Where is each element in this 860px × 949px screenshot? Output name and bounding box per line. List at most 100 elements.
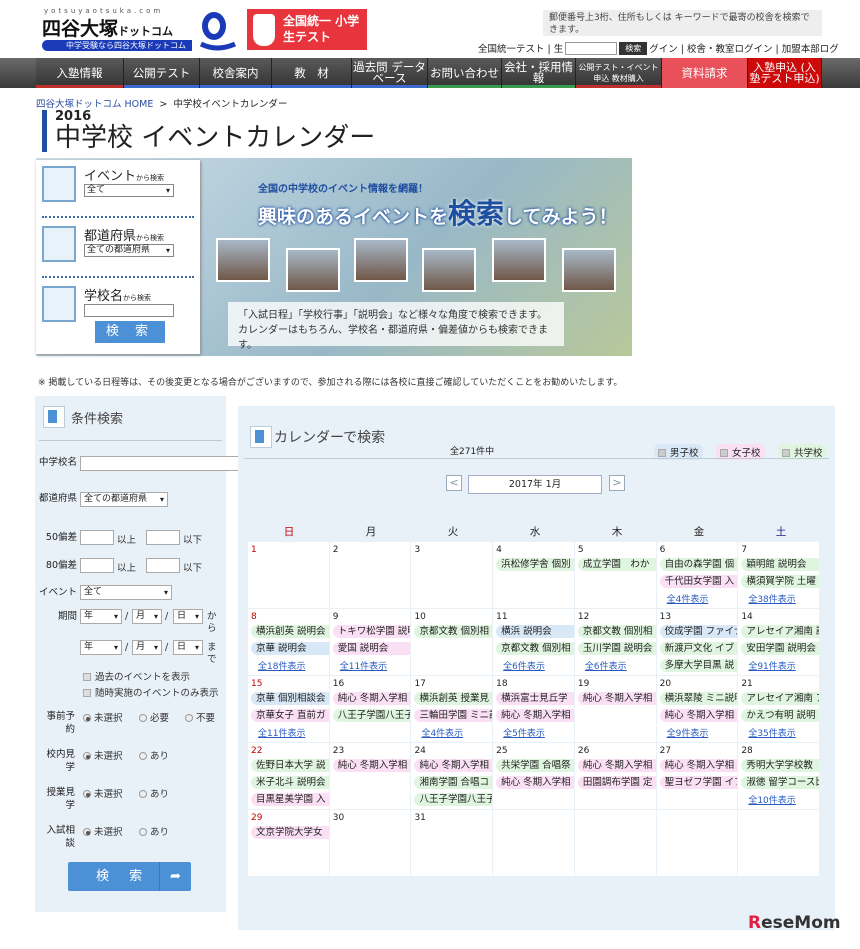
calendar-day[interactable]: 5 成立学園 わか [574,542,656,608]
show-all-link[interactable]: 全11件表示 [340,659,387,672]
event-item[interactable]: 横浜創英 説明会 [251,625,329,638]
calendar-day[interactable]: 13 佼成学園 ファイナル新渡戸文化 イブ多摩大学目黒 説 [656,609,738,675]
event-item[interactable]: トキワ松学園 説明 [332,625,411,638]
event-item[interactable]: 純心 冬期入学相 [496,776,574,789]
event-item[interactable]: 純心 冬期入学相 [659,709,738,722]
event-item[interactable]: 京華女子 直前ガ [251,709,329,722]
show-all-link[interactable]: 全4件表示 [421,726,463,739]
event-item[interactable]: 玉川学園 説明会 [577,642,656,655]
event-item[interactable]: 京都文教 個別相 [414,625,493,638]
calendar-day[interactable]: 10 京都文教 個別相 [411,609,493,675]
nav-item[interactable]: 入塾申込 (入塾テスト申込) [748,58,822,88]
event-item[interactable]: 純心 冬期入学相 [414,759,493,772]
login-links[interactable]: グイン | 校舎・教室ログイン | 加盟本部ログ [649,41,838,55]
class-visit-yes-radio[interactable]: あり [139,786,169,800]
nav-item[interactable]: 会社・採用情報 [502,58,576,88]
calendar-day[interactable] [493,810,574,876]
show-all-link[interactable]: 全18件表示 [258,659,305,672]
calendar-day[interactable]: 19 純心 冬期入学相 [574,676,656,742]
calendar-day[interactable]: 26 純心 冬期入学相 田園調布学園 定 [574,743,656,809]
event-item[interactable]: 純心 冬期入学相 [577,692,656,705]
event-item[interactable]: 浜松修学舎 個別 [496,558,574,571]
to-day-select[interactable]: 日 [173,640,203,655]
calendar-day[interactable]: 28 秀明大学学校教 淑徳 留学コース比 全10件表示 [738,743,820,809]
calendar-day[interactable]: 14 アレセイア湘南 説安田学園 説明会 全91件表示 [738,609,820,675]
site-logo[interactable]: 四谷大塚ドットコム [42,14,173,41]
visit-yes-radio[interactable]: あり [139,748,169,762]
event-item[interactable]: 聖ヨゼフ学園 イブ [659,776,738,789]
to-year-select[interactable]: 年 [80,640,122,655]
event-item[interactable]: アレセイア湘南 説 [741,625,820,638]
nav-item[interactable]: お問い合わせ [428,58,502,88]
event-item[interactable]: かえつ有明 説明 [741,709,820,722]
consult-yes-radio[interactable]: あり [139,824,169,838]
dev50-min-input[interactable] [80,530,114,545]
dev50-max-input[interactable] [146,530,180,545]
prefecture-select[interactable]: 全ての都道府県 [80,492,168,507]
reservation-not-required-radio[interactable]: 不要 [185,710,215,724]
event-item[interactable]: 成立学園 わか [577,558,656,571]
quick-search-button[interactable]: 検 索 [95,321,165,343]
event-item[interactable]: 八王子学園八王子 [332,709,411,722]
event-item[interactable]: 横浜創英 授業見 [414,692,493,705]
calendar-day[interactable]: 31 [411,810,493,876]
event-item[interactable]: 穎明館 説明会 [741,558,820,571]
event-select[interactable]: 全て [80,585,172,600]
show-all-link[interactable]: 全5件表示 [503,726,545,739]
class-visit-unselected-radio[interactable]: 未選択 [83,786,123,800]
nav-item[interactable]: 教 材 [272,58,352,88]
from-day-select[interactable]: 日 [173,609,203,624]
calendar-day[interactable] [574,810,656,876]
event-item[interactable]: 横浜富士見丘学 [496,692,574,705]
reservation-unselected-radio[interactable]: 未選択 [83,710,123,724]
show-anytime-checkbox[interactable]: 随時実施のイベントのみ表示 [83,685,219,699]
show-all-link[interactable]: 全38件表示 [748,592,795,605]
dev80-max-input[interactable] [146,558,180,573]
calendar-day[interactable]: 8 横浜創英 説明会 京華 説明会 全18件表示 [248,609,329,675]
event-item[interactable]: 共栄学園 合唱祭 [496,759,574,772]
event-item[interactable]: 純心 冬期入学相 [496,709,574,722]
prefecture-select[interactable]: 全ての都道府県 [84,244,174,257]
show-all-link[interactable]: 全91件表示 [748,659,795,672]
location-search-input[interactable] [565,41,618,55]
link-national-test[interactable]: 全国統一テスト | 生 [478,41,563,55]
calendar-day[interactable]: 11 横浜 説明会 京都文教 個別相 全6件表示 [493,609,574,675]
calendar-day[interactable]: 12 京都文教 個別相 玉川学園 説明会 全6件表示 [574,609,656,675]
calendar-day[interactable] [656,810,738,876]
calendar-day[interactable]: 9 トキワ松学園 説明 愛国 説明会 全11件表示 [329,609,411,675]
event-item[interactable]: 湘南学園 合唱コ [414,776,493,789]
calendar-day[interactable]: 27 純心 冬期入学相 聖ヨゼフ学園 イブ [656,743,738,809]
calendar-day[interactable]: 25 共栄学園 合唱祭 純心 冬期入学相 [493,743,574,809]
event-select[interactable]: 全て [84,184,174,197]
next-month-button[interactable]: > [609,475,625,491]
to-month-select[interactable]: 月 [132,640,162,655]
nav-item[interactable]: 過去問 データベース [352,58,428,88]
event-item[interactable]: 八王子学園八王子 [414,793,493,806]
nav-item[interactable]: 校舎案内 [200,58,272,88]
event-item[interactable]: 文京学院大学女 [251,826,329,839]
event-item[interactable]: 京都文教 個別相 [577,625,656,638]
from-month-select[interactable]: 月 [132,609,162,624]
calendar-day[interactable]: 20 横浜翠陵 ミニ説明 純心 冬期入学相 全9件表示 [656,676,738,742]
calendar-day[interactable]: 16 純心 冬期入学相 八王子学園八王子 [329,676,411,742]
show-all-link[interactable]: 全10件表示 [748,793,795,806]
calendar-day[interactable]: 3 [411,542,493,608]
event-item[interactable]: 安田学園 説明会 [741,642,820,655]
event-item[interactable]: 佼成学園 ファイナル [659,625,738,638]
breadcrumb-home[interactable]: 四谷大塚ドットコム HOME [36,99,153,110]
event-item[interactable]: 純心 冬期入学相 [659,759,738,772]
event-item[interactable]: 佐野日本大学 説 [251,759,329,772]
event-item[interactable]: 目黒星美学園 入 [251,793,329,806]
visit-unselected-radio[interactable]: 未選択 [83,748,123,762]
show-past-checkbox[interactable]: 過去のイベントを表示 [83,669,190,683]
event-item[interactable]: 横浜 説明会 [496,625,574,638]
promo-banner-national-test[interactable]: 全国統一 小学生テスト [247,9,367,50]
event-item[interactable]: 田園調布学園 定 [577,776,656,789]
event-item[interactable]: 秀明大学学校教 [741,759,820,772]
show-all-link[interactable]: 全4件表示 [667,592,709,605]
calendar-day[interactable]: 17 横浜創英 授業見 三輪田学園 ミニ説 全4件表示 [411,676,493,742]
nav-item[interactable]: 公開テスト・イベント申込 教材購入 [576,58,662,88]
event-item[interactable]: 千代田女学園 入 [659,575,738,588]
school-name-input[interactable] [84,304,174,317]
show-all-link[interactable]: 全6件表示 [503,659,545,672]
